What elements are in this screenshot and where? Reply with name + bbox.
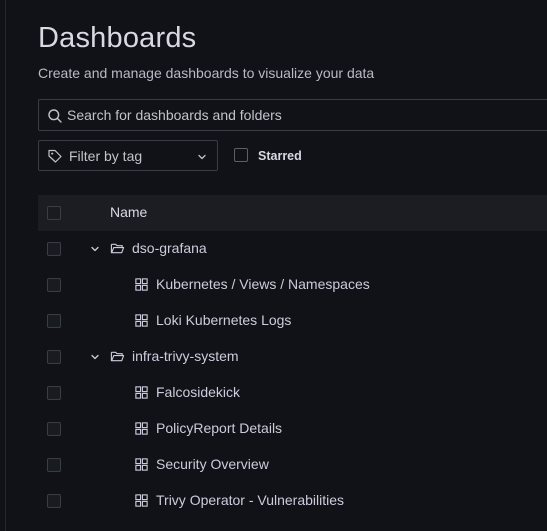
- row-checkbox[interactable]: [47, 242, 61, 256]
- tag-icon: [48, 149, 62, 163]
- dashboard-link[interactable]: Trivy Operator - Vulnerabilities: [156, 492, 344, 508]
- dashboard-grid-icon: [135, 458, 148, 471]
- dashboard-row[interactable]: Falcosidekick: [38, 375, 547, 411]
- table-header: Name: [38, 195, 547, 231]
- dashboard-link[interactable]: Security Overview: [156, 456, 269, 472]
- dashboard-grid-icon: [135, 386, 148, 399]
- folder-open-icon: [110, 351, 125, 362]
- dashboard-row[interactable]: Security Overview: [38, 447, 547, 483]
- folder-row[interactable]: dso-grafana: [38, 231, 547, 267]
- row-checkbox[interactable]: [47, 314, 61, 328]
- row-checkbox[interactable]: [47, 350, 61, 364]
- starred-checkbox[interactable]: [234, 148, 248, 162]
- dashboard-row[interactable]: Loki Kubernetes Logs: [38, 303, 547, 339]
- dashboard-row[interactable]: Kubernetes / Views / Namespaces: [38, 267, 547, 303]
- row-checkbox[interactable]: [47, 422, 61, 436]
- row-checkbox[interactable]: [47, 386, 61, 400]
- dashboard-grid-icon: [135, 494, 148, 507]
- chevron-down-icon[interactable]: [89, 351, 101, 363]
- page-subtitle: Create and manage dashboards to visualiz…: [38, 65, 375, 81]
- dashboard-link[interactable]: Falcosidekick: [156, 384, 240, 400]
- folder-row[interactable]: infra-trivy-system: [38, 339, 547, 375]
- search-icon: [48, 109, 62, 123]
- select-all-checkbox[interactable]: [47, 206, 61, 220]
- sidebar-divider: [5, 0, 6, 531]
- dashboard-row[interactable]: Trivy Operator - Vulnerabilities: [38, 483, 547, 519]
- chevron-down-icon[interactable]: [89, 243, 101, 255]
- starred-label: Starred: [258, 149, 302, 163]
- dashboard-link[interactable]: PolicyReport Details: [156, 420, 282, 436]
- tag-filter-select[interactable]: Filter by tag: [38, 140, 218, 171]
- dashboard-link[interactable]: Loki Kubernetes Logs: [156, 312, 291, 328]
- row-checkbox[interactable]: [47, 458, 61, 472]
- tag-filter-placeholder: Filter by tag: [69, 148, 143, 164]
- row-checkbox[interactable]: [47, 278, 61, 292]
- dashboard-link[interactable]: Kubernetes / Views / Namespaces: [156, 276, 370, 292]
- folder-open-icon: [110, 243, 125, 254]
- dashboard-grid-icon: [135, 278, 148, 291]
- dashboard-row[interactable]: PolicyReport Details: [38, 411, 547, 447]
- dashboard-grid-icon: [135, 314, 148, 327]
- folder-name[interactable]: dso-grafana: [132, 240, 207, 256]
- folder-name[interactable]: infra-trivy-system: [132, 348, 239, 364]
- search-input[interactable]: [67, 100, 547, 130]
- page-title: Dashboards: [38, 22, 197, 54]
- search-bar[interactable]: [38, 99, 547, 131]
- column-header-name[interactable]: Name: [110, 204, 147, 220]
- dashboard-table: Name dso-grafana Kubernetes / Views / Na…: [38, 195, 547, 519]
- chevron-down-icon: [198, 154, 206, 160]
- row-checkbox[interactable]: [47, 494, 61, 508]
- dashboard-grid-icon: [135, 422, 148, 435]
- dashboards-page: Dashboards Create and manage dashboards …: [0, 0, 547, 531]
